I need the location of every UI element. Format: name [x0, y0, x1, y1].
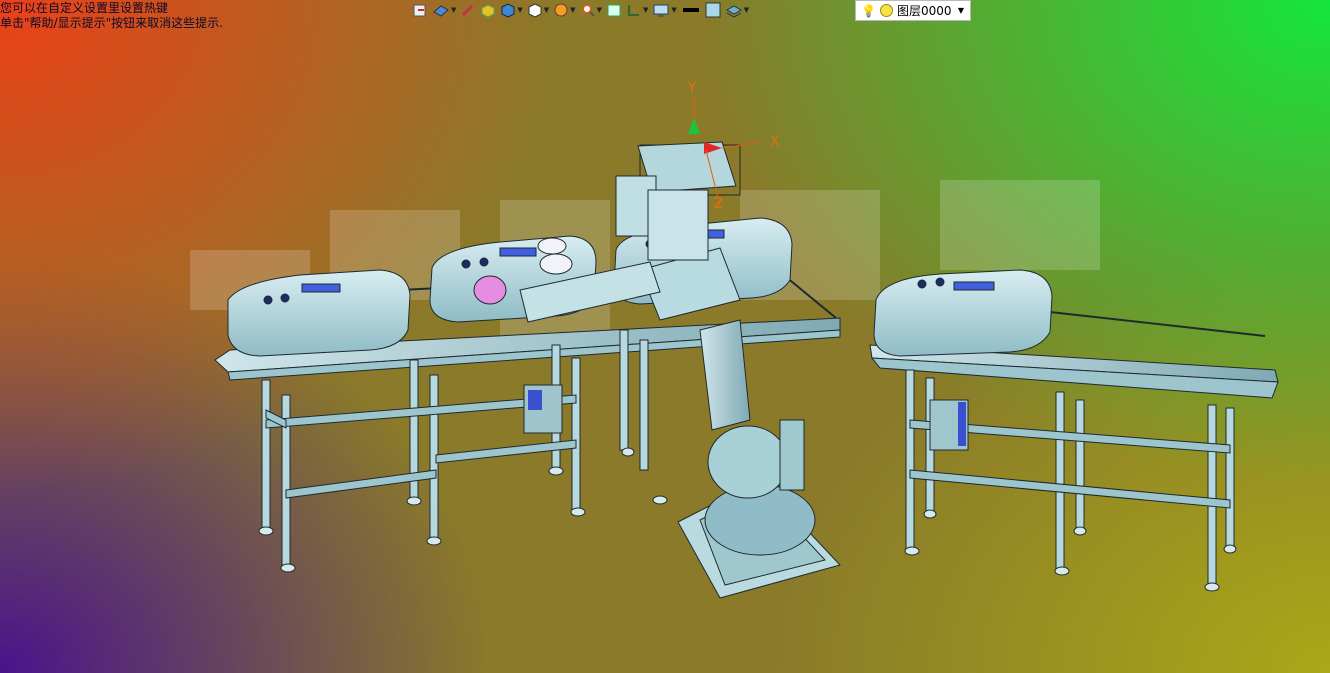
- hint-text: 您可以在自定义设置里设置热键 单击"帮助/显示提示"按钮来取消这些提示.: [0, 1, 223, 31]
- layer-stack-icon: [725, 5, 742, 18]
- zoom-icon: [581, 4, 595, 17]
- section-icon: [627, 5, 639, 16]
- solid-icon: [501, 3, 515, 18]
- lightbulb-icon: 💡: [861, 3, 876, 18]
- box-icon: [481, 4, 495, 18]
- cube-view-icon: [528, 3, 542, 18]
- view-toolbar: ▼ ▼ ▼ ▼ ▼ ▼ ▼ ▼: [412, 0, 749, 20]
- section-button[interactable]: ▼: [626, 1, 648, 19]
- layer-color-icon: [879, 4, 893, 17]
- zoom-button[interactable]: ▼: [580, 1, 602, 19]
- solid-button[interactable]: ▼: [500, 1, 523, 19]
- layer-select[interactable]: 💡 图层0000 ▼: [855, 0, 971, 21]
- hint-line-1: 您可以在自定义设置里设置热键: [0, 1, 169, 15]
- import-button[interactable]: [412, 1, 428, 19]
- chevron-down-icon[interactable]: ▼: [958, 6, 964, 15]
- line-color-button[interactable]: [681, 1, 701, 19]
- sphere-view-button[interactable]: ▼: [553, 1, 576, 19]
- triad-x-label: X: [770, 134, 780, 150]
- sphere-view-icon: [554, 3, 568, 17]
- triad-z-label: Z: [714, 196, 724, 212]
- display-button[interactable]: ▼: [652, 1, 677, 19]
- industrial-robot[interactable]: [519, 141, 841, 599]
- fit-button[interactable]: [606, 1, 622, 19]
- fit-icon: [607, 4, 621, 17]
- hint-line-2: 单击"帮助/显示提示"按钮来取消这些提示.: [0, 16, 223, 30]
- fixture-lid-4[interactable]: [873, 269, 1053, 357]
- fill-color-icon: [705, 2, 721, 18]
- import-icon: [413, 4, 426, 17]
- cube-view-button[interactable]: ▼: [527, 1, 549, 19]
- cad-model[interactable]: Y X Z: [0, 0, 1330, 673]
- fill-color-button[interactable]: [705, 1, 721, 19]
- render-mode-button[interactable]: ▼: [432, 1, 456, 19]
- pick-icon: [462, 4, 474, 17]
- box-button[interactable]: [480, 1, 496, 19]
- layer-stack-button[interactable]: ▼: [725, 1, 749, 19]
- triad-y-label: Y: [687, 80, 697, 96]
- render-icon: [433, 5, 449, 17]
- line-color-icon: [682, 8, 699, 12]
- display-icon: [653, 4, 669, 17]
- pick-button[interactable]: [460, 1, 476, 19]
- layer-name: 图层0000: [896, 4, 952, 18]
- 3d-viewport[interactable]: Y X Z 您可以在自定义设置里设置热键 单击"帮助/显示提示"按钮来取消这些提…: [0, 0, 1330, 673]
- fixture-lid-1[interactable]: [227, 269, 411, 357]
